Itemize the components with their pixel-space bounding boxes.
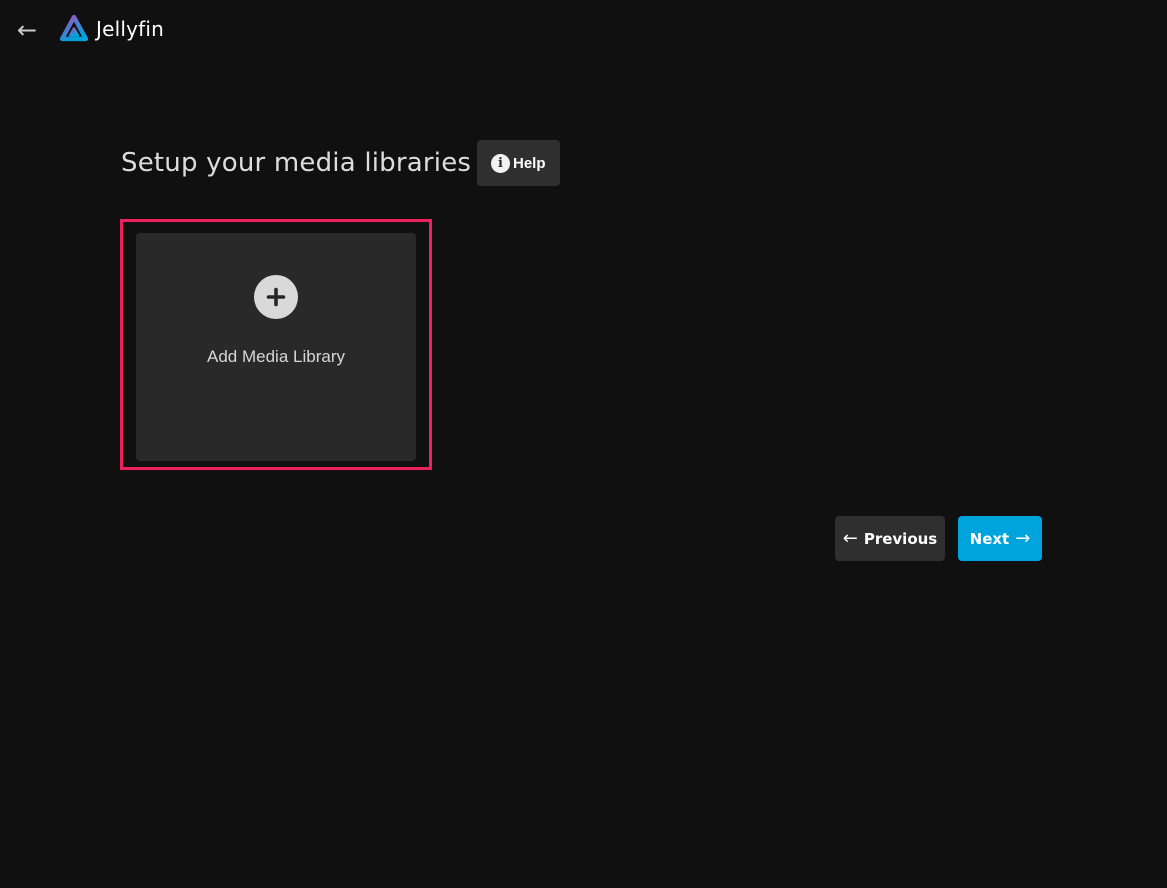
back-arrow-icon: ←	[17, 16, 37, 44]
plus-icon	[254, 275, 298, 319]
next-button-label: Next	[970, 530, 1010, 548]
previous-button-label: Previous	[864, 530, 937, 548]
add-library-card-focus-ring: Add Media Library	[120, 219, 432, 470]
next-button[interactable]: Next →	[958, 516, 1042, 561]
jellyfin-logo-icon	[57, 11, 91, 47]
app-title: Jellyfin	[96, 17, 164, 41]
previous-button[interactable]: ← Previous	[835, 516, 945, 561]
add-media-library-label: Add Media Library	[136, 347, 416, 367]
info-icon: i	[491, 154, 510, 173]
back-button[interactable]: ←	[10, 14, 44, 46]
arrow-right-icon: →	[1015, 530, 1030, 548]
help-button[interactable]: i Help	[477, 140, 560, 186]
add-media-library-card[interactable]: Add Media Library	[136, 233, 416, 461]
help-button-label: Help	[513, 155, 546, 172]
arrow-left-icon: ←	[843, 530, 858, 548]
setup-wizard-screen: ← Jellyfin Setup your media libraries i …	[0, 0, 1167, 888]
page-title: Setup your media libraries	[121, 148, 471, 178]
header-bar: ← Jellyfin	[0, 0, 1167, 58]
